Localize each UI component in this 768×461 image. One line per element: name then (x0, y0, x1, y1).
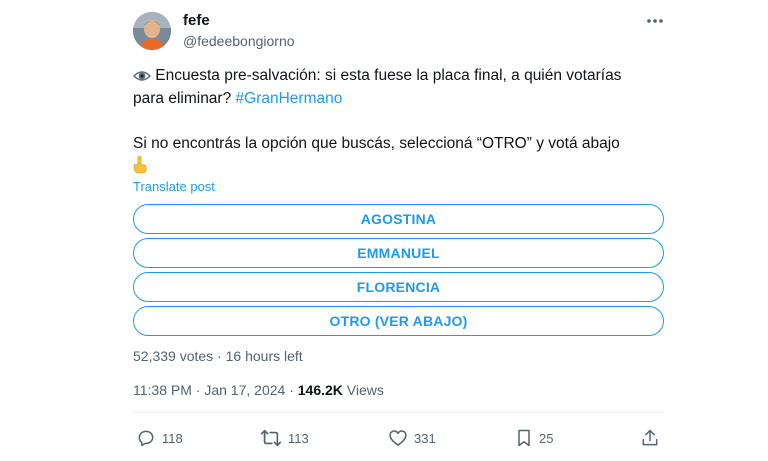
bookmark-button[interactable]: 25 (515, 425, 553, 451)
share-button[interactable] (640, 425, 666, 451)
poll-option-otro[interactable]: OTRO (VER ABAJO) (133, 306, 664, 336)
tweet-card: fefe @fedeebongiorno Encuesta pre-salvac… (0, 0, 768, 461)
poll-meta: 52,339 votes · 16 hours left (133, 348, 303, 364)
tweet-line-1: Encuesta pre-salvación: si esta fuese la… (133, 64, 693, 87)
like-count: 331 (414, 430, 436, 446)
poll-option-florencia[interactable]: FLORENCIA (133, 272, 664, 302)
tweet-line-3: Si no encontrás la opción que buscás, se… (133, 135, 620, 152)
translate-post-link[interactable]: Translate post (133, 179, 215, 194)
bookmark-icon (515, 428, 539, 448)
share-icon (640, 428, 666, 448)
reply-icon (136, 428, 162, 448)
bookmark-count: 25 (539, 430, 554, 446)
tweet-line-2: para eliminar? #GranHermano (133, 87, 693, 110)
more-options-icon[interactable] (645, 12, 665, 30)
divider (133, 412, 664, 413)
repost-count: 113 (288, 430, 309, 446)
tweet-line-4 (133, 155, 693, 178)
reply-count: 118 (162, 430, 183, 446)
tweet-line-2-text: para eliminar? (133, 90, 236, 107)
author-name[interactable]: fefe (183, 12, 210, 29)
poll-option-agostina[interactable]: AGOSTINA (133, 204, 664, 234)
repost-button[interactable]: 113 (260, 425, 309, 451)
author-handle[interactable]: @fedeebongiorno (183, 33, 295, 49)
poll-time-left: 16 hours left (225, 348, 303, 364)
tweet-time[interactable]: 11:38 PM (133, 382, 192, 398)
avatar[interactable] (133, 12, 171, 50)
tweet-text: Encuesta pre-salvación: si esta fuese la… (133, 64, 693, 178)
tweet-line-1-text: Encuesta pre-salvación: si esta fuese la… (151, 67, 622, 84)
views-label: Views (342, 382, 384, 398)
action-bar: 118 113 331 25 (133, 425, 664, 451)
views-count: 146.2K (297, 382, 343, 398)
poll-votes: 52,339 votes (133, 348, 214, 364)
heart-icon (388, 428, 414, 448)
hashtag-link[interactable]: #GranHermano (236, 90, 343, 107)
tweet-meta: 11:38 PM · Jan 17, 2024 · 146.2K Views (133, 382, 384, 398)
pointing-down-emoji-icon (133, 156, 147, 181)
poll: AGOSTINA EMMANUEL FLORENCIA OTRO (VER AB… (133, 204, 664, 340)
reply-button[interactable]: 118 (136, 425, 183, 451)
poll-option-emmanuel[interactable]: EMMANUEL (133, 238, 664, 268)
tweet-date[interactable]: Jan 17, 2024 (204, 382, 285, 398)
like-button[interactable]: 331 (388, 425, 436, 451)
repost-icon (260, 428, 288, 448)
